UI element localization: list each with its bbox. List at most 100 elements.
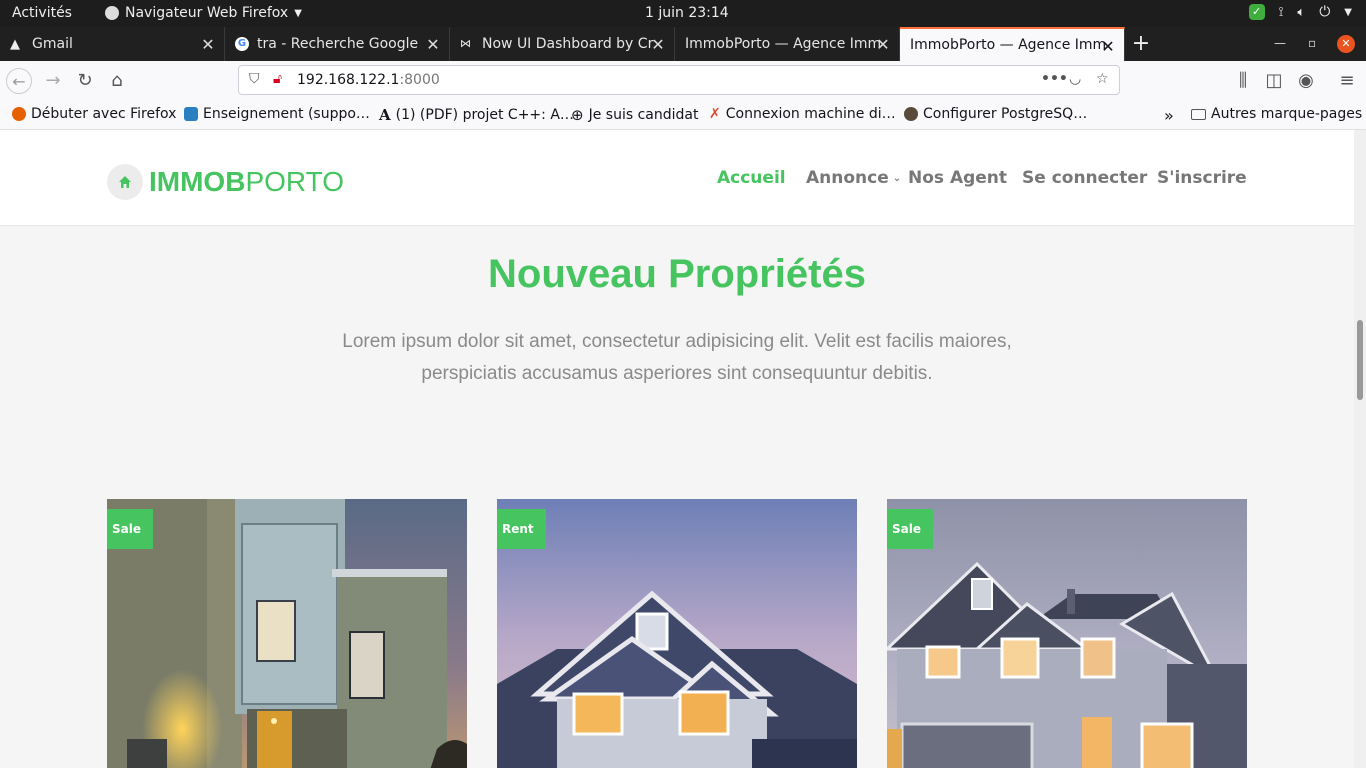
minimize-button[interactable]: —: [1274, 36, 1286, 50]
bookmarks-toolbar: Débuter avec Firefox Enseignement (suppo…: [0, 100, 1366, 130]
postgres-icon: [904, 107, 918, 121]
insecure-lock-icon[interactable]: 🔓︎: [273, 71, 282, 87]
tab-immobporto-1[interactable]: ImmobPorto — Agence Imm ✕: [675, 27, 900, 61]
property-image[interactable]: [497, 499, 857, 768]
system-top-bar: Activités Navigateur Web Firefox ▼ 1 jui…: [0, 0, 1366, 27]
navigation-toolbar: ← → ↻ ⌂ ⛉ 🔓︎ 192.168.122.1:8000 ••• ◡ ☆ …: [0, 61, 1366, 100]
nav-nos-agent[interactable]: Nos Agent: [908, 168, 1007, 188]
tab-bar: ▲ Gmail ✕ G tra - Recherche Google ✕ ⋈ N…: [0, 27, 1366, 61]
close-icon[interactable]: ✕: [650, 35, 666, 54]
property-card[interactable]: Sale: [887, 499, 1247, 768]
tab-label: ImmobPorto — Agence Imm: [685, 36, 882, 52]
firefox-icon: [105, 6, 119, 20]
new-tab-button[interactable]: +: [1130, 31, 1152, 56]
tab-google[interactable]: G tra - Recherche Google ✕: [225, 27, 450, 61]
power-icon[interactable]: ⏻: [1319, 4, 1330, 20]
chevron-down-icon: ▼: [294, 7, 302, 19]
app-name: Navigateur Web Firefox: [125, 5, 289, 21]
status-badge: Rent: [497, 509, 546, 549]
bookmark-label: (1) (PDF) projet C++: A…: [395, 107, 574, 123]
bookmark-item[interactable]: ✗ Connexion machine di…: [709, 106, 896, 122]
bookmark-label: Connexion machine di…: [725, 106, 896, 122]
url-bar[interactable]: ⛉ 🔓︎ 192.168.122.1:8000 ••• ◡ ☆: [238, 65, 1120, 95]
tab-label: ImmobPorto — Agence Imm: [910, 37, 1107, 53]
url-host: 192.168.122.1: [297, 72, 400, 88]
clock[interactable]: 1 juin 23:14: [645, 5, 729, 21]
tab-label: Gmail: [32, 36, 73, 52]
logo-text-light: PORTO: [245, 166, 344, 197]
academia-icon: A: [379, 106, 391, 124]
gmail-warning-icon: ▲: [10, 37, 20, 52]
logo-text-bold: IMMOB: [149, 166, 246, 197]
nav-label: Annonce: [806, 168, 889, 188]
section-title: Nouveau Propriétés: [488, 252, 866, 296]
volume-icon[interactable]: 🔈︎: [1297, 5, 1305, 20]
close-icon[interactable]: ✕: [875, 35, 891, 54]
system-tray[interactable]: ✓ ⟟ 🔈︎ ⏻ ▼: [1248, 4, 1352, 20]
forward-button[interactable]: →: [40, 68, 66, 94]
back-button[interactable]: ←: [6, 68, 32, 94]
more-bookmarks-chevron[interactable]: »: [1164, 106, 1174, 125]
scrollbar-thumb[interactable]: [1357, 320, 1363, 400]
nav-sinscrire[interactable]: S'inscrire: [1157, 168, 1247, 188]
tab-gmail[interactable]: ▲ Gmail ✕: [0, 27, 225, 61]
page-actions-icon[interactable]: •••: [1041, 71, 1068, 87]
bookmark-label: Je suis candidat: [588, 107, 699, 123]
other-bookmarks-folder[interactable]: Autres marque-pages: [1191, 106, 1362, 122]
url-port: :8000: [399, 72, 440, 88]
bookmark-item[interactable]: Enseignement (suppo…: [184, 106, 370, 122]
site-logo[interactable]: IMMOB PORTO: [107, 164, 344, 200]
folder-icon: [1191, 108, 1206, 120]
maximize-button[interactable]: ▫: [1308, 36, 1316, 50]
tab-now-ui[interactable]: ⋈ Now UI Dashboard by Cr ✕: [450, 27, 675, 61]
property-card[interactable]: Rent: [497, 499, 857, 768]
chevron-down-icon[interactable]: ▼: [1344, 7, 1352, 18]
bookmark-item[interactable]: Configurer PostgreSQ…: [904, 106, 1087, 122]
bookmark-item[interactable]: A (1) (PDF) projet C++: A…: [379, 106, 574, 124]
double-chevron-right-icon: »: [1164, 106, 1174, 125]
library-icon[interactable]: ⫼: [1230, 68, 1256, 94]
close-icon[interactable]: ✕: [200, 35, 216, 54]
globe-icon: ⊕: [571, 106, 584, 124]
site-header: IMMOB PORTO Accueil Annonce ⌄ Nos Agent Se…: [0, 130, 1354, 226]
firefox-icon: [12, 107, 26, 121]
account-icon[interactable]: ◉: [1293, 68, 1319, 94]
bookmark-label: Enseignement (suppo…: [203, 106, 370, 122]
tab-label: tra - Recherche Google: [257, 36, 419, 52]
app-menu[interactable]: Navigateur Web Firefox ▼: [105, 5, 302, 21]
bookmark-item[interactable]: ⊕ Je suis candidat: [571, 106, 698, 124]
home-button[interactable]: ⌂: [104, 68, 130, 94]
bookmark-label: Autres marque-pages: [1211, 106, 1363, 122]
activities-button[interactable]: Activités: [12, 5, 72, 21]
page-scrollbar[interactable]: [1354, 130, 1366, 768]
tools-icon: ✗: [709, 106, 721, 122]
close-icon[interactable]: ✕: [1100, 37, 1116, 56]
bookmark-star-icon[interactable]: ☆: [1096, 71, 1109, 87]
sidebar-icon[interactable]: ◫: [1261, 68, 1287, 94]
section-lead: Lorem ipsum dolor sit amet, consectetur …: [342, 331, 1012, 384]
property-image[interactable]: [107, 499, 467, 768]
bookmark-label: Configurer PostgreSQ…: [923, 106, 1088, 122]
status-badge: Sale: [107, 509, 153, 549]
nav-accueil[interactable]: Accueil: [717, 168, 786, 188]
creative-tim-icon: ⋈: [460, 37, 471, 50]
network-icon[interactable]: ⟟: [1279, 5, 1284, 20]
bookmark-item[interactable]: Débuter avec Firefox: [12, 106, 176, 122]
shield-icon[interactable]: ⛉: [249, 71, 260, 87]
book-icon: [184, 107, 198, 121]
nav-se-connecter[interactable]: Se connecter: [1022, 168, 1147, 188]
pocket-icon[interactable]: ◡: [1069, 71, 1081, 87]
property-image[interactable]: [887, 499, 1247, 768]
window-close-button[interactable]: ✕: [1337, 35, 1355, 53]
update-check-icon[interactable]: ✓: [1248, 4, 1265, 20]
bookmark-label: Débuter avec Firefox: [31, 106, 177, 122]
close-icon[interactable]: ✕: [425, 35, 441, 54]
tab-immobporto-active[interactable]: ImmobPorto — Agence Imm ✕: [900, 27, 1125, 61]
tab-label: Now UI Dashboard by Cr: [482, 36, 654, 52]
property-card[interactable]: Sale: [107, 499, 467, 768]
reload-button[interactable]: ↻: [72, 68, 98, 94]
nav-annonce[interactable]: Annonce ⌄: [806, 168, 901, 188]
hamburger-menu-icon[interactable]: ≡: [1334, 68, 1360, 94]
chevron-down-icon: ⌄: [892, 172, 902, 184]
home-icon: [107, 164, 143, 200]
